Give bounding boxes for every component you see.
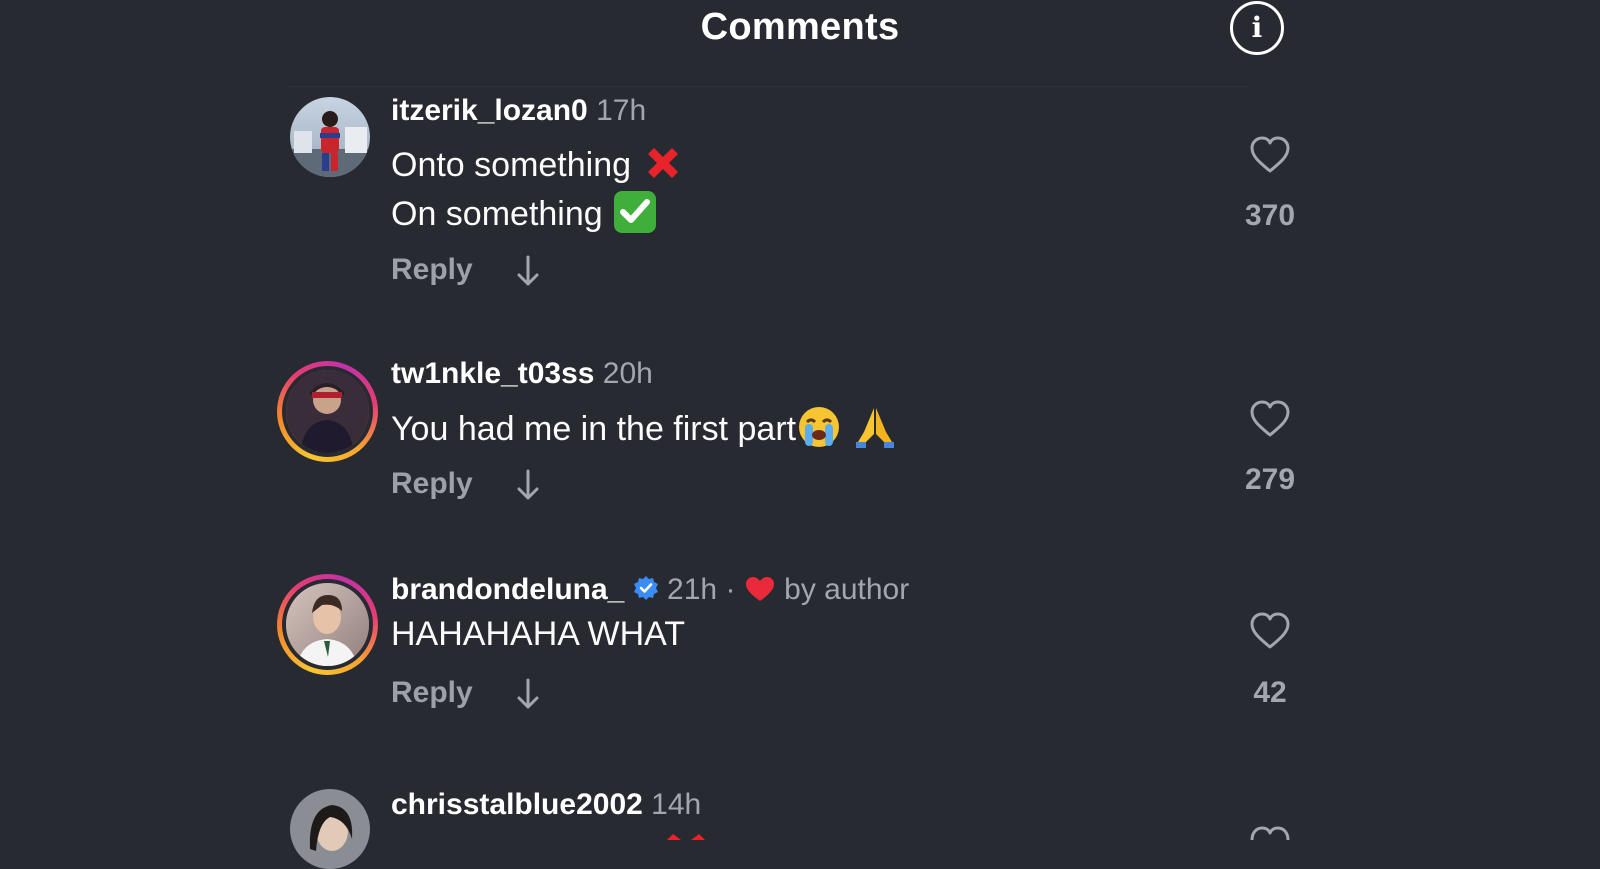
comment-text-line: You had me in the first part (391, 404, 898, 450)
translate-arrow-icon[interactable] (515, 254, 541, 288)
like-heart-icon[interactable] (1249, 612, 1291, 650)
header-divider (288, 86, 1248, 87)
comment-username[interactable]: itzerik_lozan0 (391, 94, 588, 127)
info-icon: i (1251, 11, 1263, 44)
reply-button[interactable]: Reply (391, 676, 473, 710)
like-heart-icon[interactable] (1249, 136, 1291, 174)
comment-username[interactable]: tw1nkle_t03ss (391, 357, 594, 390)
avatar-photo (290, 97, 370, 177)
comment-username[interactable]: chrisstalblue2002 (391, 788, 643, 821)
comment-header: brandondeluna_ 21h · by author (391, 573, 909, 607)
comment-time: 14h (651, 788, 702, 821)
verified-badge-icon (633, 575, 659, 601)
author-heart-icon (744, 575, 776, 603)
comment-time: 20h (602, 357, 653, 390)
meta-separator: · (725, 573, 736, 606)
avatar-photo (282, 579, 373, 670)
comment-text-line: Onto something (391, 140, 686, 186)
avatar[interactable] (290, 97, 370, 177)
comments-title: Comments (700, 6, 900, 48)
comment-text: Onto something (391, 146, 632, 184)
like-heart-icon[interactable] (1249, 400, 1291, 438)
avatar[interactable] (277, 574, 378, 675)
comment-time: 17h (596, 94, 647, 127)
loudly-crying-face-icon (796, 404, 842, 450)
avatar-photo (290, 789, 370, 869)
comment-header: chrisstalblue2002 14h (391, 788, 701, 822)
reply-button[interactable]: Reply (391, 467, 473, 501)
comment-text: You had me in the first part (391, 410, 797, 448)
translate-arrow-icon[interactable] (515, 677, 541, 711)
by-author-label: by author (784, 573, 910, 606)
like-heart-icon[interactable] (1249, 826, 1291, 840)
comment-header: tw1nkle_t03ss 20h (391, 357, 653, 391)
like-count: 42 (1253, 676, 1287, 709)
avatar[interactable] (290, 789, 370, 869)
translate-arrow-icon[interactable] (515, 468, 541, 502)
reply-button[interactable]: Reply (391, 253, 473, 287)
cross-mark-icon (667, 834, 705, 840)
avatar[interactable] (277, 361, 378, 462)
comment-text-line: On something (391, 189, 658, 235)
like-count: 279 (1244, 463, 1296, 496)
comment-text: HAHAHAHA WHAT (391, 615, 686, 653)
cross-mark-icon (640, 140, 686, 186)
check-mark-button-icon (612, 189, 658, 235)
folded-hands-icon (852, 404, 898, 450)
comment-time: 21h (667, 573, 718, 606)
comment-header: itzerik_lozan0 17h (391, 94, 646, 128)
info-button[interactable]: i (1230, 1, 1284, 55)
comment-text: On something (391, 195, 603, 233)
comment-text-line: HAHAHAHA WHAT (391, 615, 685, 654)
like-count: 370 (1244, 199, 1296, 232)
avatar-photo (282, 366, 373, 457)
comment-username[interactable]: brandondeluna_ (391, 573, 624, 606)
